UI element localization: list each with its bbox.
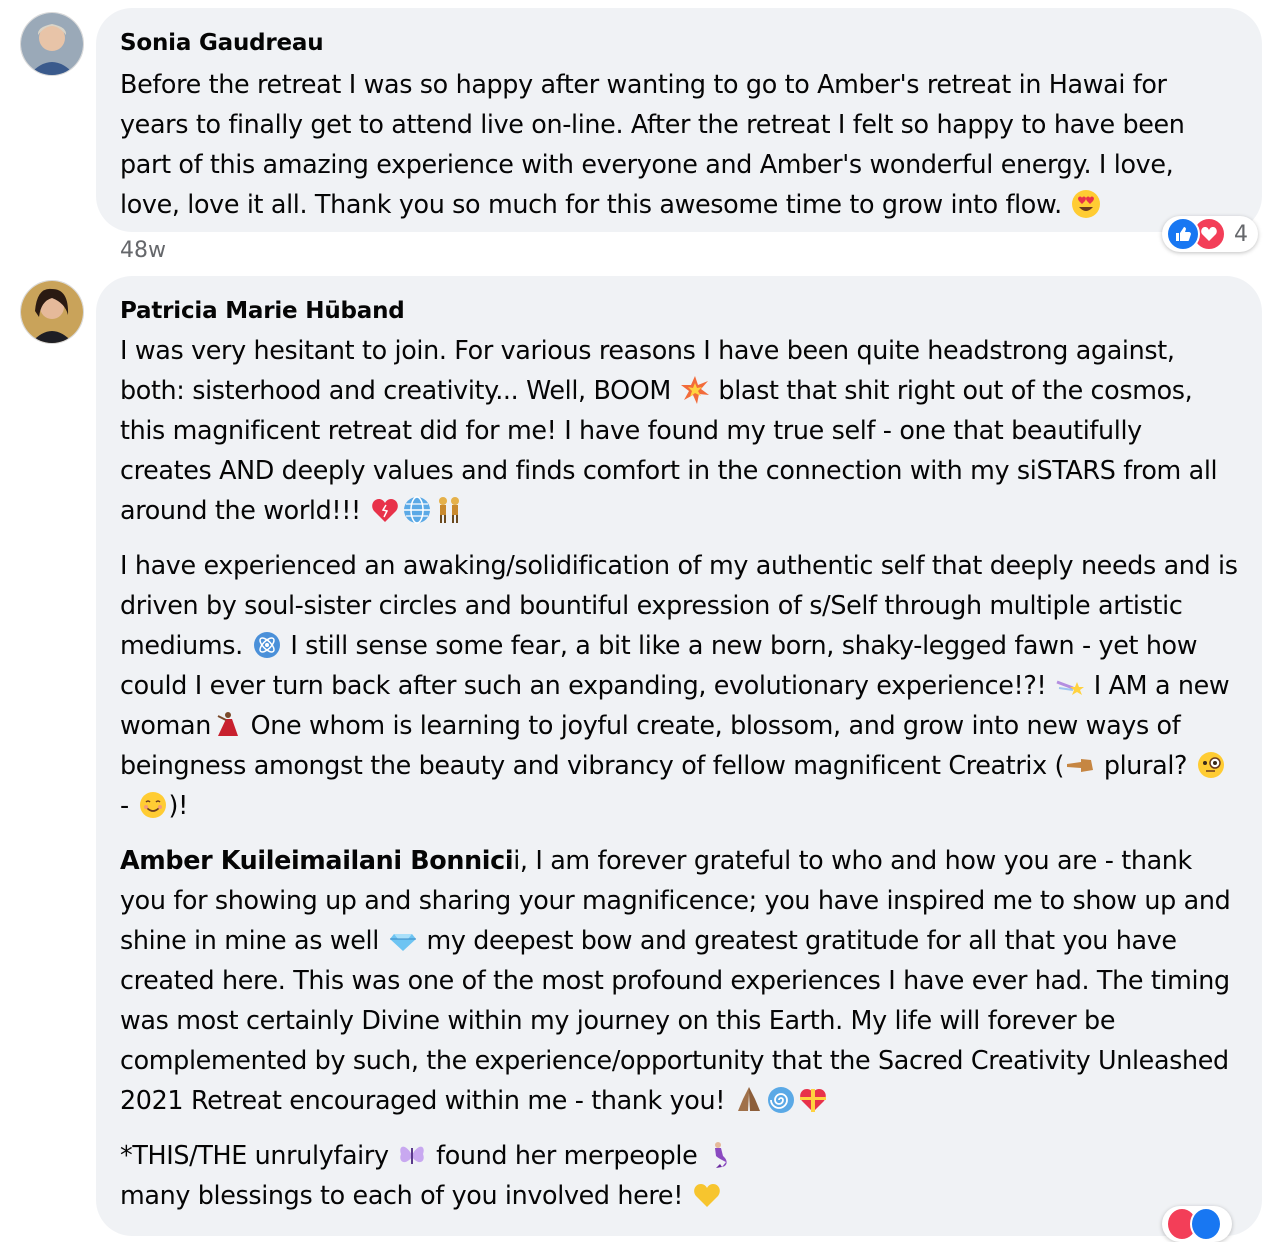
comment-bubble: Patricia Marie Hūband I was very hesitan… <box>96 276 1262 1236</box>
women-holding-hands-emoji <box>438 497 459 523</box>
comment-paragraph: Amber Kuileimailani Bonnicii, I am forev… <box>120 840 1238 1120</box>
comment-text-segment: )! <box>168 790 189 820</box>
comment-bubble: Sonia Gaudreau Before the retreat I was … <box>96 8 1262 232</box>
reaction-count: 4 <box>1234 221 1248 247</box>
sparkling-heart-emoji <box>371 499 398 522</box>
gem-stone-emoji <box>389 934 416 951</box>
globe-emoji <box>403 496 430 524</box>
folded-hands-emoji <box>737 1087 760 1111</box>
comment-text-segment: many blessings to each of you involved h… <box>120 1180 684 1210</box>
comment-text-segment: - <box>120 790 129 820</box>
yellow-heart-emoji <box>693 1184 720 1207</box>
woman-dancing-emoji <box>217 712 238 736</box>
collision-emoji <box>680 376 709 404</box>
avatar[interactable] <box>20 12 84 76</box>
comment-text: Before the retreat I was so happy after … <box>120 64 1238 224</box>
shooting-star-emoji <box>1056 680 1085 695</box>
comment-paragraph: I have experienced an awaking/solidifica… <box>120 545 1238 825</box>
heart-eyes-emoji <box>1071 190 1100 218</box>
comment-paragraph: I was very hesitant to join. For various… <box>120 330 1238 530</box>
comment-text-segment: plural? <box>1103 750 1188 780</box>
mention-link[interactable]: Amber Kuileimailani Bonnici <box>120 845 514 875</box>
like-reaction-icon <box>1190 1207 1222 1241</box>
backhand-index-pointing-left-emoji <box>1067 759 1094 772</box>
mermaid-emoji <box>715 1142 727 1168</box>
comment-text-body: Before the retreat I was so happy after … <box>120 69 1185 219</box>
cyclone-emoji <box>767 1087 794 1113</box>
comment-author[interactable]: Patricia Marie Hūband <box>120 296 1238 326</box>
reactions-summary[interactable]: 4 <box>1162 216 1258 252</box>
face-with-monocle-emoji <box>1197 752 1224 778</box>
like-reaction-icon <box>1166 217 1200 251</box>
reactions-summary-partial[interactable] <box>1162 1206 1232 1242</box>
comment-text-segment: *THIS/THE unrulyfairy <box>120 1140 389 1170</box>
comment-text-segment: found her merpeople <box>436 1140 698 1170</box>
smiling-face-emoji <box>139 792 166 818</box>
comment-text-segment: One whom is learning to joyful create, b… <box>120 710 1181 780</box>
heart-with-ribbon-emoji <box>799 1089 826 1112</box>
avatar[interactable] <box>20 280 84 344</box>
comment-author[interactable]: Sonia Gaudreau <box>120 28 1238 58</box>
butterfly-emoji <box>400 1146 425 1164</box>
comment-text: I was very hesitant to join. For various… <box>120 330 1238 1215</box>
comment-timestamp[interactable]: 48w <box>120 238 166 263</box>
atom-emoji <box>253 632 280 658</box>
comment-paragraph: *THIS/THE unrulyfairy found her merpeopl… <box>120 1135 1238 1215</box>
